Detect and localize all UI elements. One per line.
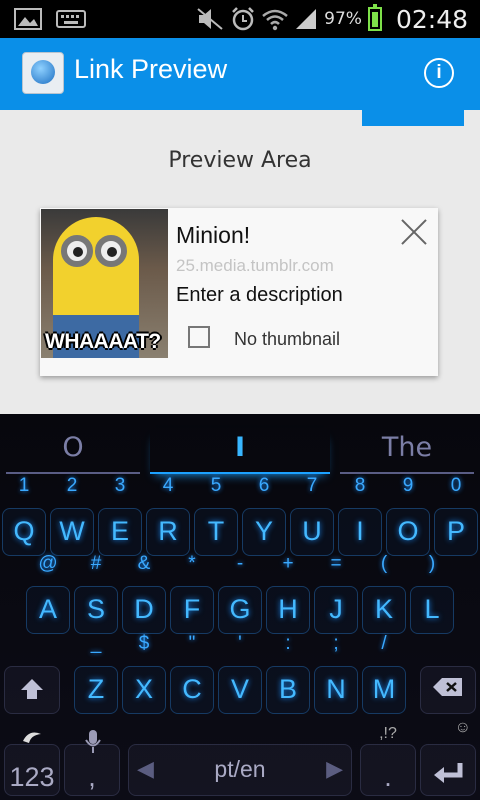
key-f[interactable]: * F (170, 553, 214, 634)
swiftkey-logo-icon (23, 732, 41, 743)
signal-icon (296, 9, 317, 29)
wifi-icon (262, 9, 288, 31)
symbols-key[interactable]: 123 (4, 732, 60, 796)
card-description[interactable]: Enter a description (176, 284, 343, 307)
close-icon[interactable] (400, 218, 428, 246)
key-a[interactable]: @ A (26, 553, 70, 634)
key-k[interactable]: (K (362, 553, 406, 634)
period-key[interactable]: ,!? . (360, 725, 416, 796)
key-v[interactable]: ' V (218, 633, 262, 714)
card-url: 25.media.tumblr.com (176, 256, 334, 275)
key-c[interactable]: " C (170, 633, 214, 714)
enter-key[interactable]: ☺ (420, 719, 476, 796)
alarm-icon (232, 7, 255, 31)
suggestion-center[interactable]: I (150, 428, 330, 474)
key-x[interactable]: $ X (122, 633, 166, 714)
emoji-icon: ☺ (454, 719, 471, 736)
shift-key[interactable] (4, 666, 60, 714)
key-h[interactable]: + H (266, 553, 310, 634)
key-g[interactable]: -G (218, 553, 262, 634)
app-title: Link Preview (74, 54, 228, 84)
enter-icon (434, 763, 463, 783)
right-arrow-icon: ▶ (326, 756, 343, 781)
card-title[interactable]: Minion! (176, 222, 250, 249)
key-p[interactable]: 0P (434, 475, 478, 556)
spacebar-key[interactable]: ◀ pt/en ▶ (128, 744, 352, 796)
info-button[interactable]: i (424, 58, 454, 88)
key-s[interactable]: # S (74, 553, 118, 634)
key-n[interactable]: ; N (314, 633, 358, 714)
no-thumbnail-checkbox[interactable] (188, 326, 210, 348)
key-e[interactable]: 3E (98, 475, 142, 556)
thumbnail-image[interactable]: WHAAAAT? (41, 209, 168, 358)
microphone-icon (85, 730, 101, 753)
main-content: Preview Area WHAAAAT? Minion! 25.media.t… (0, 110, 480, 414)
image-icon (14, 8, 42, 30)
battery-percent: 97% (324, 9, 362, 29)
key-l[interactable]: ) L (410, 553, 454, 634)
status-bar: 97% 02:48 (0, 0, 480, 38)
key-m[interactable]: / M (362, 633, 406, 714)
key-j[interactable]: = J (314, 553, 358, 634)
partial-button[interactable] (362, 110, 464, 126)
key-o[interactable]: 9O (386, 475, 430, 556)
suggestion-left[interactable]: O (6, 428, 140, 474)
mute-icon (197, 8, 223, 30)
no-thumbnail-label: No thumbnail (234, 329, 341, 349)
battery-icon (367, 4, 382, 31)
key-q[interactable]: 1Q (2, 475, 46, 556)
key-y[interactable]: 6Y (242, 475, 286, 556)
app-icon[interactable] (22, 52, 64, 94)
action-bar: Link Preview i (0, 38, 480, 110)
keyboard-icon (56, 10, 86, 28)
thumbnail-caption: WHAAAAT? (45, 330, 161, 353)
key-z[interactable]: _ Z (74, 633, 118, 714)
comma-key[interactable]: , (64, 730, 120, 796)
key-d[interactable]: & D (122, 553, 166, 634)
key-w[interactable]: 2W (50, 475, 94, 556)
clock: 02:48 (395, 4, 468, 34)
backspace-icon (433, 678, 462, 696)
link-preview-card: WHAAAAT? Minion! 25.media.tumblr.com Ent… (40, 208, 438, 376)
key-i[interactable]: 8I (338, 475, 382, 556)
key-u[interactable]: 7U (290, 475, 334, 556)
key-b[interactable]: :B (266, 633, 310, 714)
key-t[interactable]: 5T (194, 475, 238, 556)
key-r[interactable]: 4R (146, 475, 190, 556)
left-arrow-icon: ◀ (137, 756, 154, 781)
backspace-key[interactable] (420, 666, 476, 714)
shift-icon (21, 679, 43, 699)
keyboard: O I The 1Q 2W 3E 4R 5T 6Y 7U 8I 9O 0P @ A… (0, 414, 480, 800)
suggestion-right[interactable]: The (340, 428, 474, 474)
preview-heading: Preview Area (168, 148, 312, 173)
